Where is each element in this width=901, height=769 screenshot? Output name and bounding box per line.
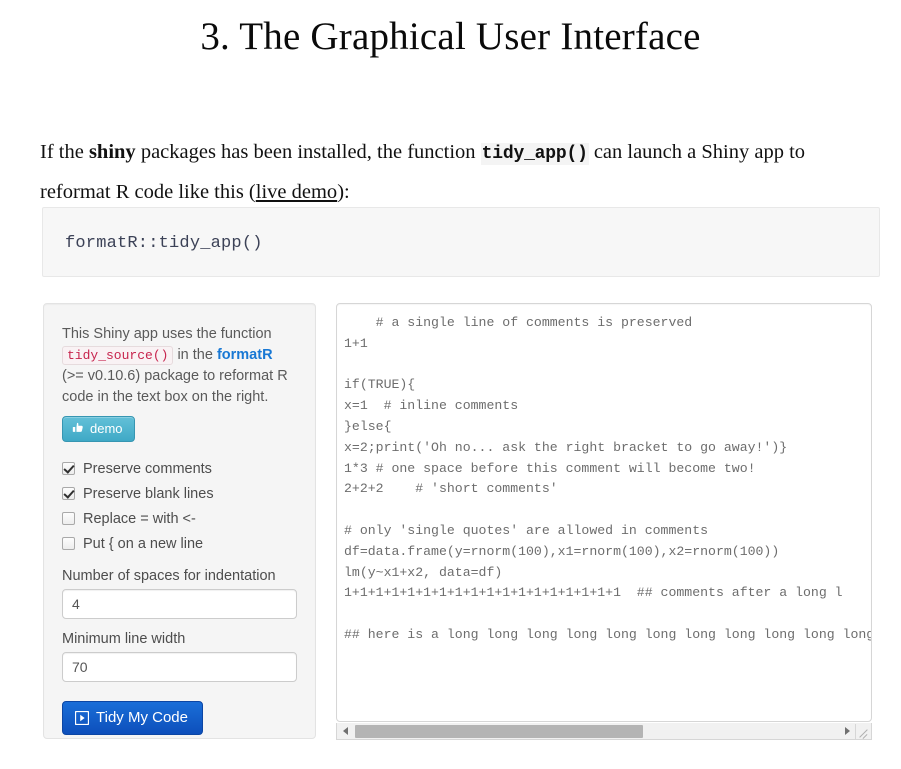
code-block-text: formatR::tidy_app()	[65, 234, 263, 253]
checkbox-group: Preserve comments Preserve blank lines R…	[62, 456, 297, 556]
checkbox-preserve-comments[interactable]: Preserve comments	[62, 456, 297, 481]
checkbox-icon[interactable]	[62, 537, 75, 550]
checkbox-icon[interactable]	[62, 512, 75, 525]
sidebar-description: This Shiny app uses the function tidy_so…	[62, 324, 297, 408]
resize-grip-icon[interactable]	[855, 723, 871, 739]
code-textarea-content[interactable]: # a single line of comments is preserved…	[337, 304, 871, 646]
scrollbar-thumb[interactable]	[355, 724, 643, 738]
intro-text-part2: packages has been installed, the functio…	[135, 140, 481, 163]
checkbox-replace-equals[interactable]: Replace = with <-	[62, 506, 297, 531]
min-line-width-input[interactable]	[62, 652, 297, 682]
checkbox-brace-new-line[interactable]: Put { on a new line	[62, 531, 297, 556]
code-block: formatR::tidy_app()	[42, 207, 880, 277]
sidebar-panel: This Shiny app uses the function tidy_so…	[43, 303, 316, 739]
intro-code-tidy-app: tidy_app()	[480, 142, 589, 165]
formatr-package-link[interactable]: formatR	[217, 347, 273, 363]
page-title: 3. The Graphical User Interface	[200, 15, 701, 58]
description-part2: in the	[173, 347, 217, 363]
demo-button[interactable]: demo	[62, 416, 135, 442]
scroll-right-arrow-icon[interactable]	[839, 724, 855, 739]
checkbox-label: Preserve comments	[83, 460, 212, 477]
checkbox-label: Put { on a new line	[83, 535, 204, 552]
intro-paragraph: If the shiny packages has been installed…	[40, 133, 870, 211]
description-part1: This Shiny app uses the function	[62, 326, 272, 342]
thumbs-up-icon	[72, 422, 85, 435]
indent-field-label: Number of spaces for indentation	[62, 568, 276, 584]
scroll-left-arrow-icon[interactable]	[337, 724, 353, 739]
description-part3: (>= v0.10.6) package to reformat R code …	[62, 368, 288, 405]
main-panel: # a single line of comments is preserved…	[336, 303, 872, 743]
checkbox-label: Replace = with <-	[83, 510, 196, 527]
play-square-icon	[75, 710, 89, 725]
intro-text-part4: ):	[337, 180, 350, 203]
scrollbar-track[interactable]	[353, 724, 839, 739]
tidy-my-code-button[interactable]: Tidy My Code	[62, 701, 203, 735]
tidy-source-code-span: tidy_source()	[62, 346, 174, 365]
indent-spaces-input[interactable]	[62, 589, 297, 619]
horizontal-scrollbar[interactable]	[336, 723, 872, 740]
checkbox-icon[interactable]	[62, 462, 75, 475]
checkbox-preserve-blank-lines[interactable]: Preserve blank lines	[62, 481, 297, 506]
shiny-app-screenshot: This Shiny app uses the function tidy_so…	[0, 0, 901, 769]
tidy-button-label: Tidy My Code	[96, 709, 188, 726]
line-width-field-label: Minimum line width	[62, 631, 186, 647]
intro-bold-shiny: shiny	[88, 140, 136, 163]
live-demo-link[interactable]: live demo	[256, 181, 337, 203]
code-textarea[interactable]: # a single line of comments is preserved…	[336, 303, 872, 722]
checkbox-icon[interactable]	[62, 487, 75, 500]
demo-button-label: demo	[90, 421, 123, 436]
intro-text-part1: If the	[40, 140, 89, 163]
checkbox-label: Preserve blank lines	[83, 485, 214, 502]
